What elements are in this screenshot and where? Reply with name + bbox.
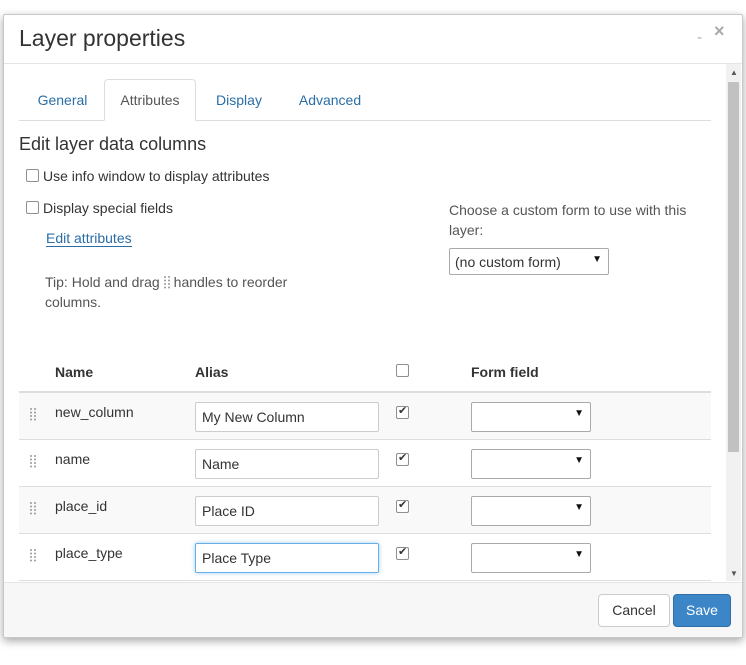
visible-checkbox[interactable] [396,498,409,513]
header-form-field: Form field [471,364,539,380]
scroll-down-icon[interactable]: ▼ [730,569,738,578]
tab-display[interactable]: Display [199,80,279,120]
column-name: place_type [55,545,123,561]
scrollbar-thumb[interactable] [728,82,739,452]
alias-input[interactable] [195,543,379,573]
layer-properties-dialog: Layer properties - × General Attributes … [3,14,743,638]
header-alias: Alias [195,364,229,380]
header-select-all-checkbox[interactable] [396,364,409,377]
visible-checkbox[interactable] [396,451,409,466]
visible-checkbox[interactable] [396,545,409,560]
drag-handle-icon[interactable] [29,501,37,520]
drag-handle-icon[interactable] [29,407,37,426]
dialog-body: General Attributes Display Advanced Edit… [4,64,742,581]
table-row: place_id ▼ [19,486,711,533]
alias-input[interactable] [195,402,379,432]
cancel-button[interactable]: Cancel [598,594,670,627]
chevron-down-icon: ▼ [592,254,602,265]
visible-checkbox[interactable] [396,404,409,419]
form-field-select[interactable]: ▼ [471,449,591,479]
column-name: new_column [55,404,134,420]
display-special-fields-checkbox[interactable] [26,201,39,214]
dialog-title: Layer properties [19,25,186,51]
drag-handle-icon[interactable] [29,454,37,473]
chevron-down-icon: ▼ [574,549,584,560]
form-field-select[interactable]: ▼ [471,496,591,526]
column-name: name [55,451,91,467]
minimize-icon[interactable]: - [697,29,702,46]
tip-prefix: Tip: Hold and drag [45,274,160,290]
drag-handle-icon[interactable] [29,548,37,567]
drag-handle-icon [163,274,171,289]
tab-general[interactable]: General [20,80,105,120]
section-title: Edit layer data columns [19,134,207,154]
table-header: Name Alias Form field [19,349,711,393]
form-field-select[interactable]: ▼ [471,543,591,573]
reorder-tip: Tip: Hold and drag handles to reorder col… [45,272,335,312]
alias-input[interactable] [195,449,379,479]
dialog-titlebar[interactable]: Layer properties - × [4,15,742,64]
custom-form-select[interactable]: (no custom form) ▼ [449,248,609,275]
chevron-down-icon: ▼ [574,502,584,513]
tab-advanced[interactable]: Advanced [287,80,373,120]
alias-input[interactable] [195,496,379,526]
use-info-window-checkbox[interactable] [26,169,39,182]
table-row: name ▼ [19,439,711,486]
table-row: place_type ▼ [19,533,711,580]
edit-attributes-link[interactable]: Edit attributes [46,230,132,247]
table-row: place_ty_1 ▼ [19,580,711,581]
custom-form-value: (no custom form) [455,254,561,270]
use-info-window-label: Use info window to display attributes [43,168,270,184]
dialog-footer: Cancel Save [4,582,742,637]
tab-attributes[interactable]: Attributes [104,79,196,121]
vertical-scrollbar[interactable]: ▲ ▼ [726,64,741,581]
scroll-up-icon[interactable]: ▲ [730,68,738,77]
chevron-down-icon: ▼ [574,408,584,419]
tab-bar: General Attributes Display Advanced [19,79,711,121]
form-field-select[interactable]: ▼ [471,402,591,432]
table-row: new_column ▼ [19,392,711,439]
close-icon[interactable]: × [714,21,725,42]
header-name: Name [55,364,94,380]
save-button[interactable]: Save [673,594,731,627]
column-name: place_id [55,498,108,514]
custom-form-label: Choose a custom form to use with this la… [449,202,687,238]
display-special-fields-label: Display special fields [43,200,173,216]
chevron-down-icon: ▼ [574,455,584,466]
